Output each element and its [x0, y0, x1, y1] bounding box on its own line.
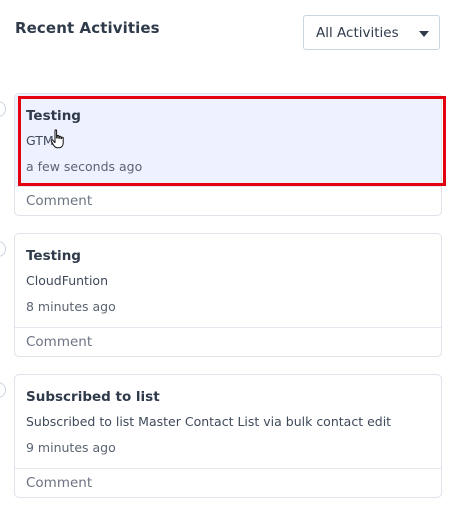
- activity-filter-select[interactable]: All Activities: [303, 15, 440, 50]
- activity-description: Subscribed to list Master Contact List v…: [26, 414, 392, 429]
- activity-title: Testing: [26, 248, 81, 264]
- activity-timestamp: 9 minutes ago: [26, 440, 116, 455]
- activity-title: Subscribed to list: [26, 389, 160, 405]
- timeline-dot: [0, 101, 6, 117]
- comment-input[interactable]: Comment: [15, 186, 441, 215]
- activity-card-body[interactable]: Testing GTM a few seconds ago: [15, 94, 441, 186]
- hand-pointer-icon: [50, 129, 64, 149]
- timeline-dot: [0, 382, 6, 398]
- activity-title: Testing: [26, 108, 81, 124]
- activity-card-body[interactable]: Subscribed to list Subscribed to list Ma…: [15, 375, 441, 468]
- recent-activities-panel: Recent Activities All Activities Testing…: [0, 0, 452, 516]
- activity-timestamp: a few seconds ago: [26, 159, 143, 174]
- activity-card: Testing GTM a few seconds ago Comment: [14, 93, 442, 216]
- comment-input[interactable]: Comment: [15, 327, 441, 356]
- activity-card: Testing CloudFuntion 8 minutes ago Comme…: [14, 233, 442, 357]
- activity-description: CloudFuntion: [26, 273, 109, 288]
- activity-filter-value: All Activities: [316, 25, 399, 41]
- panel-title: Recent Activities: [15, 19, 160, 37]
- timeline-dot: [0, 241, 6, 257]
- activity-card: Subscribed to list Subscribed to list Ma…: [14, 374, 442, 498]
- activity-timestamp: 8 minutes ago: [26, 299, 116, 314]
- activity-card-body[interactable]: Testing CloudFuntion 8 minutes ago: [15, 234, 441, 327]
- comment-input[interactable]: Comment: [15, 468, 441, 497]
- chevron-down-icon: [419, 31, 429, 37]
